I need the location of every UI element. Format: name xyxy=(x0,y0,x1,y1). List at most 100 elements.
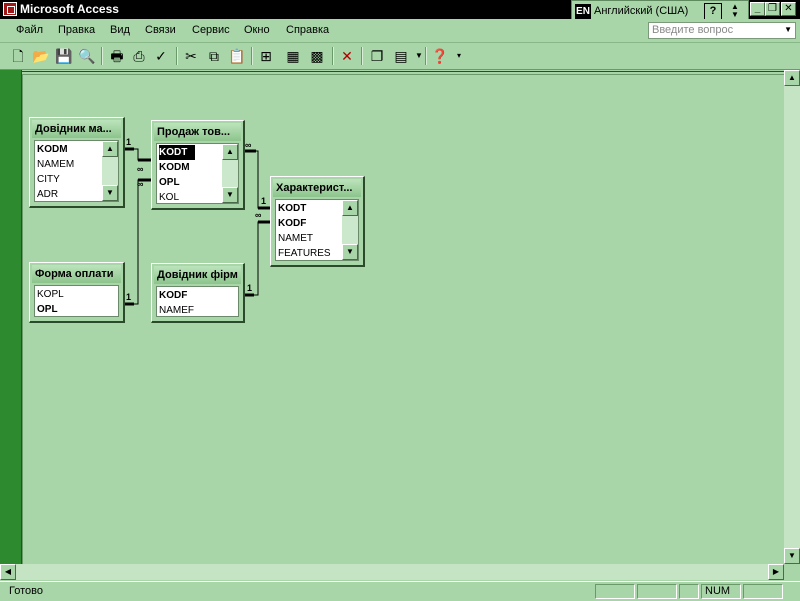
field-item[interactable]: ADR xyxy=(37,187,58,201)
field-item[interactable]: OPL xyxy=(37,302,58,316)
field-item[interactable]: KOL xyxy=(159,190,179,203)
database-window-icon[interactable]: ❐ xyxy=(368,47,386,65)
field-item[interactable]: NAMEF xyxy=(159,303,194,316)
scrollbar-corner xyxy=(784,564,800,580)
table-kharakterystyka[interactable]: Характерист... KODT KODF NAMET FEATURES … xyxy=(270,176,365,267)
new-object-icon[interactable]: ▤ xyxy=(392,47,410,65)
toolbar-separator xyxy=(361,47,363,65)
scroll-up-icon[interactable]: ▲ xyxy=(784,70,800,86)
chevron-down-icon[interactable]: ▼ xyxy=(784,25,792,34)
status-text: Готово xyxy=(9,585,43,597)
table-title[interactable]: Продаж тов... xyxy=(154,123,241,141)
field-list[interactable]: KOPL OPL xyxy=(34,285,119,317)
help-icon[interactable]: ❓ xyxy=(431,47,449,65)
mdi-window-border xyxy=(0,70,22,578)
field-item[interactable]: OPL xyxy=(159,175,180,190)
show-direct-relationships-icon[interactable]: ▦ xyxy=(284,47,302,65)
field-item[interactable]: KODF xyxy=(159,288,187,303)
close-button[interactable]: ✕ xyxy=(781,2,796,16)
field-list[interactable]: KODF NAMEF xyxy=(156,286,239,317)
spelling-icon[interactable]: ✓ xyxy=(152,47,170,65)
print-preview-icon[interactable]: ⎙ xyxy=(130,47,148,65)
language-code[interactable]: EN xyxy=(575,4,591,19)
field-item[interactable]: NAMET xyxy=(278,231,313,246)
menu-help[interactable]: Справка xyxy=(286,24,329,36)
help-search-input[interactable]: Введите вопрос ▼ xyxy=(648,22,796,39)
access-app-icon[interactable] xyxy=(3,2,17,16)
field-item[interactable]: NAMEM xyxy=(37,157,74,172)
status-panel xyxy=(595,584,635,599)
toolbar-options-icon[interactable]: ▾ xyxy=(450,47,468,65)
menu-tools[interactable]: Сервис xyxy=(192,24,230,36)
vertical-scrollbar[interactable]: ▼ ▲ xyxy=(784,70,800,564)
table-dovidnyk-firm[interactable]: Довідник фірм KODF NAMEF xyxy=(151,263,245,323)
field-item[interactable]: KOPL xyxy=(37,287,64,302)
table-title[interactable]: Характерист... xyxy=(273,179,361,197)
paste-icon[interactable]: 📋 xyxy=(228,47,246,65)
help-search-placeholder: Введите вопрос xyxy=(652,24,734,36)
status-panel xyxy=(743,584,783,599)
field-list[interactable]: KODT KODM OPL KOL ▲ ▼ xyxy=(156,143,239,204)
menu-file[interactable]: Файл xyxy=(16,24,43,36)
new-icon[interactable]: 🗋 xyxy=(9,47,27,65)
scroll-left-icon[interactable]: ◀ xyxy=(0,564,16,580)
menu-view[interactable]: Вид xyxy=(110,24,130,36)
horizontal-scrollbar[interactable]: ◀ ▶ xyxy=(0,564,784,580)
scroll-down-icon[interactable]: ▼ xyxy=(222,187,238,203)
menu-window[interactable]: Окно xyxy=(244,24,270,36)
field-item-selected[interactable]: KODT xyxy=(159,145,196,160)
field-list-scrollbar[interactable]: ▲ ▼ xyxy=(342,200,358,260)
restore-button[interactable]: ❐ xyxy=(765,2,780,16)
field-list-scrollbar[interactable]: ▲ ▼ xyxy=(102,141,118,201)
toolbar-separator xyxy=(332,47,334,65)
scroll-up-icon[interactable]: ▲ xyxy=(102,141,118,157)
menu-relationships[interactable]: Связи xyxy=(145,24,176,36)
toolbar-separator xyxy=(101,47,103,65)
delete-icon[interactable]: ✕ xyxy=(338,47,356,65)
toolbar-separator xyxy=(425,47,427,65)
minimize-button[interactable]: _ xyxy=(750,2,765,16)
table-title[interactable]: Форма оплати xyxy=(32,265,121,283)
scroll-up-icon[interactable]: ▲ xyxy=(342,200,358,216)
field-item[interactable]: CITY xyxy=(37,172,60,187)
field-list[interactable]: KODT KODF NAMET FEATURES ▲ ▼ xyxy=(275,199,359,261)
copy-icon[interactable]: ⧉ xyxy=(205,47,223,65)
field-item[interactable]: KODM xyxy=(159,160,190,175)
status-panel xyxy=(679,584,699,599)
toolbar-separator xyxy=(176,47,178,65)
field-item[interactable]: KODT xyxy=(278,201,306,216)
status-bar: Готово NUM xyxy=(0,581,800,601)
table-prodazh[interactable]: Продаж тов... KODT KODM OPL KOL ▲ ▼ xyxy=(151,120,245,210)
table-dovidnyk-mag[interactable]: Довідник ма... KODM NAMEM CITY ADR ▲ ▼ xyxy=(29,117,125,208)
toolbar-separator xyxy=(251,47,253,65)
cut-icon[interactable]: ✂ xyxy=(182,47,200,65)
status-panel xyxy=(637,584,677,599)
show-table-icon[interactable]: ⊞ xyxy=(257,47,275,65)
toolbar: 🗋 📂 💾 🔍 🖶 ⎙ ✓ ✂ ⧉ 📋 ⊞ ▦ ▩ ✕ ❐ ▤ ▼ ❓ ▾ xyxy=(0,43,800,70)
language-name[interactable]: Английский (США) xyxy=(594,5,688,17)
field-list[interactable]: KODM NAMEM CITY ADR ▲ ▼ xyxy=(34,140,119,202)
field-item[interactable]: FEATURES xyxy=(278,246,331,260)
scroll-up-icon[interactable]: ▲ xyxy=(222,144,238,160)
save-icon[interactable]: 💾 xyxy=(55,47,73,65)
scroll-down-icon[interactable]: ▼ xyxy=(342,244,358,260)
table-title[interactable]: Довідник фірм xyxy=(154,266,241,284)
table-title[interactable]: Довідник ма... xyxy=(32,120,121,138)
open-icon[interactable]: 📂 xyxy=(32,47,50,65)
window-title: Microsoft Access xyxy=(20,2,119,16)
scroll-down-icon[interactable]: ▼ xyxy=(784,548,800,564)
menu-edit[interactable]: Правка xyxy=(58,24,95,36)
relationships-canvas[interactable] xyxy=(22,74,785,565)
table-forma-oplaty[interactable]: Форма оплати KOPL OPL xyxy=(29,262,125,323)
status-num-indicator: NUM xyxy=(701,584,741,599)
scroll-down-icon[interactable]: ▼ xyxy=(102,185,118,201)
scroll-right-icon[interactable]: ▶ xyxy=(768,564,784,580)
field-item[interactable]: KODF xyxy=(278,216,306,231)
search-icon[interactable]: 🔍 xyxy=(78,47,96,65)
field-item[interactable]: KODM xyxy=(37,142,68,157)
show-all-relationships-icon[interactable]: ▩ xyxy=(308,47,326,65)
language-bar-options-icon[interactable]: ▲ ▼ xyxy=(727,3,743,20)
field-list-scrollbar[interactable]: ▲ ▼ xyxy=(222,144,238,203)
language-help-icon[interactable]: ? xyxy=(704,3,722,20)
print-icon[interactable]: 🖶 xyxy=(108,47,126,65)
